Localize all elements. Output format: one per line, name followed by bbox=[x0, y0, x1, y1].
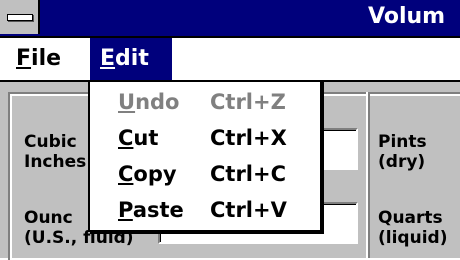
ounces-label-line1: Ounc bbox=[24, 208, 73, 228]
cut-shortcut: Ctrl+X bbox=[210, 126, 287, 150]
cut-accel: C bbox=[118, 126, 134, 150]
copy-accel: C bbox=[118, 162, 134, 186]
menu-file-accel: F bbox=[16, 46, 32, 71]
menu-item-cut[interactable]: Cut Ctrl+X bbox=[90, 120, 320, 156]
menu-item-paste[interactable]: Paste Ctrl+V bbox=[90, 192, 320, 228]
cubic-inches-label-line1: Cubic bbox=[24, 132, 77, 152]
menu-file-label: ile bbox=[31, 46, 62, 71]
window-title: Volum bbox=[368, 4, 446, 29]
menu-item-undo[interactable]: Undo Ctrl+Z bbox=[90, 84, 320, 120]
quarts-label-line2: (liquid) bbox=[378, 228, 448, 248]
column-divider bbox=[366, 92, 370, 258]
cut-label: ut bbox=[133, 126, 159, 150]
undo-shortcut: Ctrl+Z bbox=[210, 90, 286, 114]
pints-label-line1: Pints bbox=[378, 132, 427, 152]
undo-accel: U bbox=[118, 90, 136, 114]
pints-label-line2: (dry) bbox=[378, 152, 426, 172]
app-window: Volum File Edit Cubic Inches Ounc (U.S.,… bbox=[0, 0, 460, 260]
menu-edit-accel: E bbox=[100, 46, 116, 71]
menu-file[interactable]: File bbox=[6, 38, 71, 80]
quarts-label-line1: Quarts bbox=[378, 208, 443, 228]
menu-edit[interactable]: Edit bbox=[90, 38, 172, 80]
edit-dropdown-menu: Undo Ctrl+Z Cut Ctrl+X Copy Ctrl+C Paste… bbox=[88, 80, 322, 232]
paste-label: aste bbox=[132, 198, 184, 222]
menu-edit-label: dit bbox=[115, 46, 149, 71]
cubic-inches-label-line2: Inches bbox=[24, 152, 87, 172]
system-menu-button[interactable] bbox=[0, 0, 40, 34]
undo-label: ndo bbox=[135, 90, 180, 114]
menu-item-copy[interactable]: Copy Ctrl+C bbox=[90, 156, 320, 192]
menu-bar: File Edit bbox=[0, 38, 460, 82]
copy-label: opy bbox=[133, 162, 177, 186]
copy-shortcut: Ctrl+C bbox=[210, 162, 287, 186]
paste-shortcut: Ctrl+V bbox=[210, 198, 287, 222]
system-menu-icon bbox=[7, 14, 33, 21]
paste-accel: P bbox=[118, 198, 133, 222]
title-bar[interactable]: Volum bbox=[0, 0, 460, 38]
